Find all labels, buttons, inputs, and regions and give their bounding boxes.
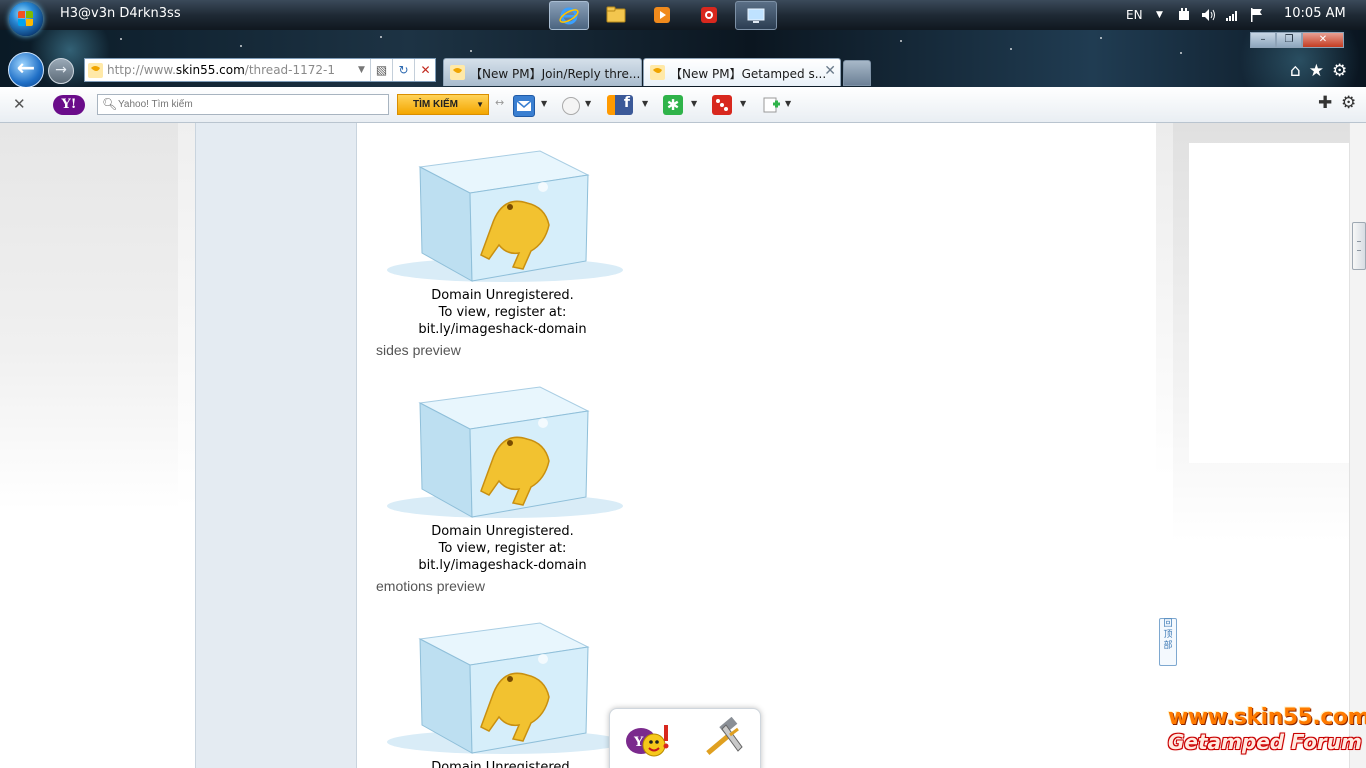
- favorites-star-icon[interactable]: ★: [1309, 61, 1324, 81]
- stop-icon[interactable]: ✕: [414, 59, 436, 81]
- facebook-dropdown-icon[interactable]: ▼: [642, 99, 648, 108]
- window-close-button[interactable]: ✕: [1302, 32, 1344, 48]
- taskbar-internet-explorer[interactable]: [549, 1, 589, 30]
- back-to-top-button[interactable]: 回顶部: [1159, 618, 1177, 666]
- imageshack-frog-cube-icon: [387, 150, 623, 282]
- floating-app-launcher: Y: [609, 708, 761, 768]
- taskbar: H3@v3n D4rkn3ss EN ▼ 10:05 AM: [0, 0, 1366, 36]
- sides-preview-label: sides preview: [376, 342, 461, 358]
- monitor-icon: [747, 8, 765, 23]
- yahoo-search-button-label: TÌM KIẾM: [413, 99, 458, 110]
- games-dice-icon[interactable]: [712, 95, 732, 115]
- add-app-dropdown-icon[interactable]: ▼: [785, 99, 791, 108]
- scrollbar-thumb[interactable]: [1352, 222, 1366, 270]
- media-player-icon: [654, 6, 670, 23]
- taskbar-file-explorer[interactable]: [597, 1, 635, 28]
- red-app-icon: [701, 6, 717, 23]
- mail-dropdown-icon[interactable]: ▼: [541, 99, 547, 108]
- folder-icon: [606, 6, 626, 22]
- image-caption: Domain Unregistered.: [431, 760, 574, 768]
- tab-close-icon[interactable]: ✕: [824, 63, 836, 79]
- window-controls: – ❐ ✕: [1250, 32, 1344, 48]
- messenger-status-icon[interactable]: [562, 97, 580, 115]
- action-center-flag-icon[interactable]: [1249, 0, 1265, 30]
- image-caption: Domain Unregistered. To view, register a…: [418, 288, 587, 337]
- toolbar-resize-handle-icon[interactable]: ↔: [495, 96, 505, 116]
- imageshack-frog-cube-icon: [387, 386, 623, 518]
- language-dropdown-icon[interactable]: ▼: [1156, 0, 1163, 30]
- yahoo-search-box[interactable]: 🔍︎: [97, 94, 389, 115]
- add-app-icon[interactable]: [761, 95, 781, 115]
- address-bar[interactable]: http://www.skin55.com/thread-1172-1 ▼ ▧ …: [84, 58, 436, 82]
- power-icon[interactable]: [1177, 0, 1191, 30]
- taskbar-user-name: H3@v3n D4rkn3ss: [60, 6, 181, 21]
- network-signal-icon[interactable]: [1226, 0, 1240, 30]
- tools-gear-icon[interactable]: ⚙: [1332, 61, 1347, 81]
- volume-icon[interactable]: [1201, 0, 1217, 30]
- messenger-dropdown-icon[interactable]: ▼: [585, 99, 591, 108]
- emotions-preview-label: emotions preview: [376, 578, 485, 594]
- forward-button[interactable]: →: [48, 58, 74, 84]
- taskbar-red-app[interactable]: [690, 1, 728, 28]
- refresh-icon[interactable]: ↻: [392, 59, 414, 81]
- games-dropdown-icon[interactable]: ▼: [740, 99, 746, 108]
- compatibility-view-icon[interactable]: ▧: [370, 59, 392, 81]
- home-icon[interactable]: ⌂: [1290, 61, 1301, 81]
- search-icon: 🔍︎: [102, 97, 118, 111]
- tools-hammer-icon[interactable]: [696, 716, 746, 761]
- tab-join-reply[interactable]: 【New PM】Join/Reply thre...: [443, 58, 642, 86]
- page-scrollbar[interactable]: [1349, 123, 1366, 768]
- svg-text:Y: Y: [633, 735, 644, 750]
- page-background-right-edge: [1156, 123, 1173, 768]
- address-url: http://www.skin55.com/thread-1172-1: [107, 63, 335, 77]
- yahoo-messenger-icon[interactable]: Y: [624, 721, 672, 759]
- chevron-down-icon[interactable]: ▼: [476, 95, 484, 114]
- back-button[interactable]: ←: [8, 52, 44, 88]
- facebook-icon[interactable]: f: [607, 95, 633, 115]
- tab-favicon-icon: [650, 65, 665, 80]
- tab-label: 【New PM】Join/Reply thre...: [470, 67, 641, 81]
- toolbar-settings-icon[interactable]: ⚙: [1341, 93, 1356, 113]
- right-white-panel: [1189, 143, 1349, 463]
- address-dropdown-icon[interactable]: ▼: [351, 59, 372, 81]
- taskbar-remote-desktop[interactable]: [735, 1, 777, 30]
- maximize-button[interactable]: ❐: [1276, 32, 1302, 48]
- yahoo-search-input[interactable]: [118, 96, 378, 112]
- watermark-forum-name: Getamped Forum: [1168, 730, 1362, 754]
- browser-command-icons: ⌂ ★ ⚙: [1290, 61, 1347, 81]
- taskbar-media-player[interactable]: [643, 1, 681, 28]
- bookmark-star-icon[interactable]: ✱: [663, 95, 683, 115]
- page-background-left-edge: [178, 123, 196, 768]
- yahoo-search-button[interactable]: TÌM KIẾM ▼: [397, 94, 489, 115]
- page-background-left: [0, 123, 178, 768]
- imageshack-frog-cube-icon: [387, 622, 623, 754]
- start-button[interactable]: [9, 2, 43, 36]
- bookmark-dropdown-icon[interactable]: ▼: [691, 99, 697, 108]
- tab-getamped[interactable]: 【New PM】Getamped s... ✕: [643, 58, 841, 86]
- language-indicator[interactable]: EN: [1126, 0, 1143, 30]
- mail-icon[interactable]: [513, 95, 535, 117]
- new-tab-button[interactable]: [843, 60, 871, 86]
- windows-logo-icon: [18, 11, 34, 27]
- yahoo-toolbar: ✕ Y! 🔍︎ TÌM KIẾM ▼ ↔ ▼ ▼ f ▼ ✱ ▼ ▼ ▼ ✚ ⚙: [0, 87, 1366, 123]
- image-caption: Domain Unregistered. To view, register a…: [418, 524, 587, 573]
- tab-favicon-icon: [450, 65, 465, 80]
- minimize-button[interactable]: –: [1250, 32, 1276, 48]
- watermark-url: www.skin55.com: [1168, 705, 1366, 730]
- page-background-right: [1173, 123, 1349, 768]
- tab-label: 【New PM】Getamped s...: [670, 67, 827, 81]
- web-page: Domain Unregistered. To view, register a…: [0, 123, 1366, 768]
- taskbar-clock[interactable]: 10:05 AM: [1284, 6, 1346, 21]
- site-watermark: www.skin55.com Getamped Forum: [1168, 705, 1366, 754]
- yahoo-logo[interactable]: Y!: [53, 95, 85, 115]
- toolbar-add-icon[interactable]: ✚: [1318, 93, 1332, 113]
- site-favicon-icon: [88, 63, 103, 78]
- internet-explorer-icon: [559, 7, 579, 24]
- post-author-sidebar: [196, 123, 357, 768]
- toolbar-close-icon[interactable]: ✕: [13, 95, 26, 113]
